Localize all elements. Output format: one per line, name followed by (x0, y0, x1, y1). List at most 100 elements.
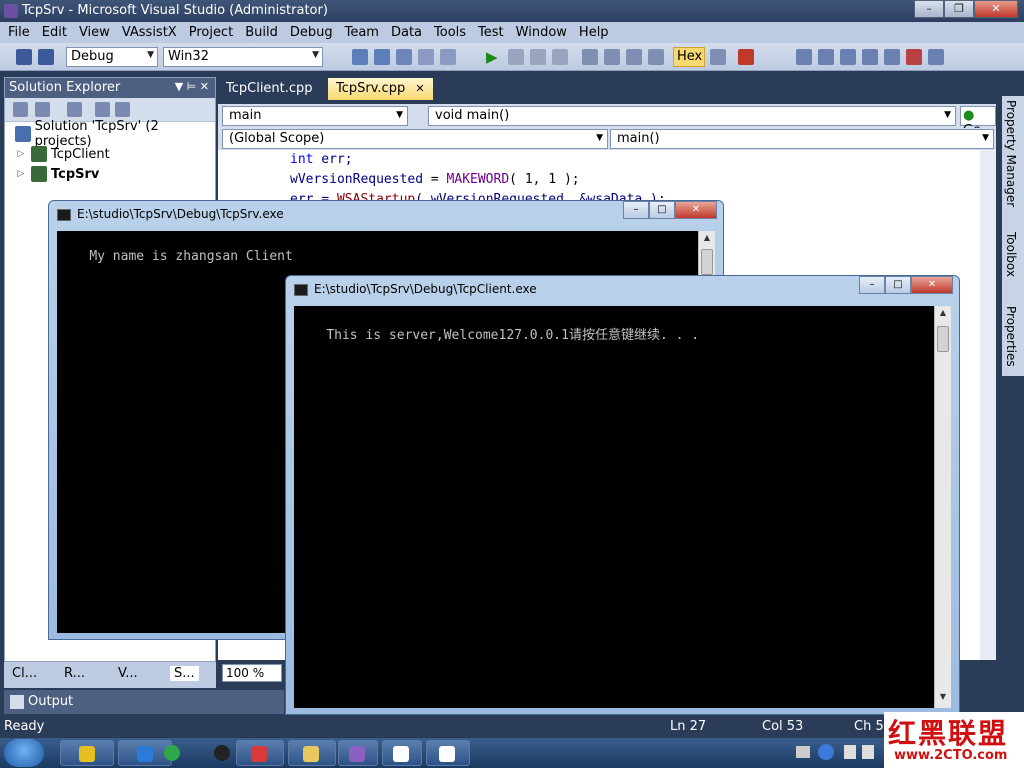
scroll-up-icon[interactable]: ▲ (935, 308, 951, 322)
outdent-icon[interactable] (374, 49, 390, 65)
menu-view[interactable]: View (73, 25, 116, 40)
step-out-icon[interactable] (626, 49, 642, 65)
scroll-thumb[interactable] (937, 326, 949, 352)
comment-icon[interactable] (396, 49, 412, 65)
menu-edit[interactable]: Edit (36, 25, 73, 40)
open-file-icon[interactable] (862, 49, 878, 65)
class-diagram-icon[interactable] (115, 102, 130, 117)
scroll-thumb[interactable] (701, 249, 713, 275)
find-symbol-icon[interactable] (796, 49, 812, 65)
menu-project[interactable]: Project (183, 25, 239, 40)
hex-toggle[interactable]: Hex (673, 47, 705, 67)
folder-icon (303, 746, 319, 762)
tree-project-tcpclient[interactable]: ▷ TcpClient (15, 144, 110, 164)
tree-project-tcpsrv[interactable]: ▷ TcpSrv (15, 164, 99, 184)
refresh-icon[interactable] (67, 102, 82, 117)
close-button[interactable]: ✕ (675, 201, 717, 219)
tab-solution[interactable]: S... (170, 666, 199, 681)
tool-window-tabs: Cl... R... V... S... (4, 662, 216, 688)
spell-check-icon[interactable] (906, 49, 922, 65)
menu-debug[interactable]: Debug (284, 25, 339, 40)
member-combo[interactable]: main() ▼ (610, 129, 994, 149)
properties-icon[interactable] (13, 102, 28, 117)
restart-icon[interactable] (552, 49, 568, 65)
menu-tools[interactable]: Tools (428, 25, 472, 40)
start-button[interactable] (4, 739, 44, 767)
start-debug-icon[interactable]: ▶ (486, 48, 498, 66)
minimize-button[interactable]: – (859, 276, 885, 294)
platform-select[interactable]: Win32 ▼ (163, 47, 323, 67)
save-icon[interactable] (16, 49, 32, 65)
close-tab-icon[interactable]: ✕ (415, 82, 424, 95)
configuration-select[interactable]: Debug ▼ (66, 47, 158, 67)
maximize-button[interactable]: □ (649, 201, 675, 219)
options-icon[interactable] (928, 49, 944, 65)
maximize-button[interactable]: □ (885, 276, 911, 294)
help-icon[interactable] (818, 744, 834, 760)
record-icon[interactable] (738, 49, 754, 65)
menu-team[interactable]: Team (339, 25, 385, 40)
tab-resource-view[interactable]: R... (64, 666, 85, 681)
scope-combo[interactable]: (Global Scope) ▼ (222, 129, 608, 149)
menu-build[interactable]: Build (239, 25, 284, 40)
properties-tab[interactable]: Properties (1004, 306, 1018, 367)
bookmark-icon[interactable] (440, 49, 456, 65)
references-icon[interactable] (818, 49, 834, 65)
keyboard-icon[interactable] (796, 746, 810, 758)
view-class-icon[interactable] (95, 102, 110, 117)
taskbar-app-button[interactable] (146, 740, 200, 766)
expand-icon[interactable]: ▷ (15, 149, 27, 159)
menu-vassistx[interactable]: VAssistX (116, 25, 183, 40)
menu-data[interactable]: Data (385, 25, 428, 40)
pause-icon[interactable] (508, 49, 524, 65)
tab-tcpsrv-cpp[interactable]: TcpSrv.cpp ✕ (328, 78, 433, 100)
toolbox-tab[interactable]: Toolbox (1004, 232, 1018, 277)
expand-icon[interactable]: ▷ (15, 169, 27, 179)
indent-icon[interactable] (352, 49, 368, 65)
go-button[interactable]: ● Go (960, 106, 996, 138)
maximize-button[interactable]: ❐ (944, 0, 974, 18)
property-manager-tab[interactable]: Property Manager (1004, 100, 1018, 207)
volume-icon[interactable] (862, 745, 874, 759)
menu-test[interactable]: Test (472, 25, 510, 40)
console-scrollbar[interactable]: ▲ ▼ (934, 306, 951, 708)
menu-window[interactable]: Window (510, 25, 573, 40)
panel-pin-icon[interactable]: ▼ ⊨ ✕ (175, 80, 209, 93)
list-methods-icon[interactable] (884, 49, 900, 65)
stop-icon[interactable] (530, 49, 546, 65)
close-button[interactable]: ✕ (974, 0, 1018, 18)
taskbar-app-button[interactable] (236, 740, 284, 766)
tab-vassist[interactable]: V... (118, 666, 138, 681)
minimize-button[interactable]: – (623, 201, 649, 219)
taskbar-app-button[interactable] (60, 740, 114, 766)
zoom-select[interactable]: 100 % (222, 664, 282, 682)
taskbar-app-button[interactable] (382, 740, 422, 766)
save-all-icon[interactable] (38, 49, 54, 65)
taskbar-app-button[interactable] (426, 740, 470, 766)
tab-class-view[interactable]: Cl... (12, 666, 37, 681)
step-over-icon[interactable] (604, 49, 620, 65)
minimize-button[interactable]: – (914, 0, 944, 18)
tree-solution[interactable]: Solution 'TcpSrv' (2 projects) (15, 119, 215, 149)
definition-combo[interactable]: void main() ▼ (428, 106, 956, 126)
menu-help[interactable]: Help (573, 25, 615, 40)
close-button[interactable]: ✕ (911, 276, 953, 294)
output-tab[interactable]: Output (4, 690, 284, 714)
scroll-up-icon[interactable]: ▲ (699, 233, 715, 247)
breakpoint-icon[interactable] (710, 49, 726, 65)
scroll-down-icon[interactable]: ▼ (935, 692, 951, 706)
chevron-down-icon: ▼ (312, 50, 319, 60)
taskbar-app-button[interactable] (338, 740, 378, 766)
uncomment-icon[interactable] (418, 49, 434, 65)
refactor-icon[interactable] (840, 49, 856, 65)
client-console-window[interactable]: E:\studio\TcpSrv\Debug\TcpClient.exe – □… (285, 275, 960, 715)
function-combo[interactable]: main ▼ (222, 106, 408, 126)
menu-file[interactable]: File (2, 25, 36, 40)
tab-tcpclient-cpp[interactable]: TcpClient.cpp (218, 78, 321, 100)
editor-scrollbar[interactable] (980, 150, 996, 660)
show-all-files-icon[interactable] (35, 102, 50, 117)
network-icon[interactable] (844, 745, 856, 759)
show-next-icon[interactable] (648, 49, 664, 65)
taskbar-app-button[interactable] (288, 740, 336, 766)
step-into-icon[interactable] (582, 49, 598, 65)
